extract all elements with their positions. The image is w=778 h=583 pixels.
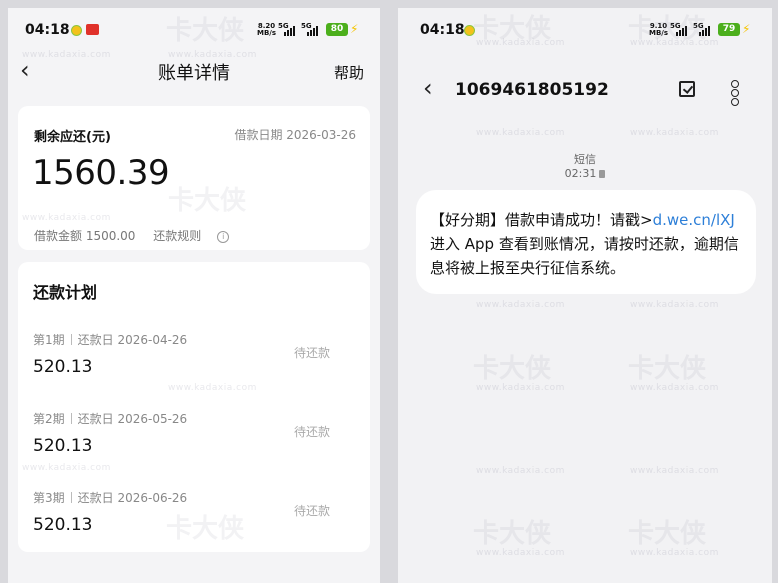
sender-number: 1069461805192 — [455, 80, 609, 100]
charging-icon: ⚡ — [742, 22, 751, 36]
watermark-logo: 卡大侠 — [473, 354, 552, 384]
watermark: www.kadaxia.com — [630, 466, 719, 476]
watermark-logo: 卡大侠 — [166, 514, 245, 544]
watermark: www.kadaxia.com — [168, 50, 257, 60]
status-time: 04:18 — [25, 22, 70, 38]
battery-icon: 80 — [326, 23, 348, 36]
installment-state: 待还款 — [294, 346, 331, 360]
help-button[interactable]: 帮助 — [334, 62, 364, 83]
app-notification-icon — [86, 24, 99, 35]
installment-amount: 520.13 — [33, 357, 93, 377]
watermark: www.kadaxia.com — [168, 383, 257, 393]
signal-icon: 5G — [278, 22, 300, 36]
status-time: 04:18 — [420, 22, 465, 38]
watermark-logo: 卡大侠 — [168, 186, 247, 216]
battery-icon: 79 — [718, 23, 740, 36]
watermark: www.kadaxia.com — [476, 128, 565, 138]
watermark: www.kadaxia.com — [476, 466, 565, 476]
summary-sub: 借款金额 1500.00 还款规则 i — [34, 227, 257, 244]
loan-date: 借款日期 2026-03-26 — [234, 128, 356, 142]
watermark-logo: 卡大侠 — [473, 14, 552, 44]
message-type: 短信 — [574, 153, 596, 166]
repayment-rules-link[interactable]: 还款规则 i — [153, 229, 243, 243]
watermark: www.kadaxia.com — [476, 300, 565, 310]
loan-detail-screen: 04:18 8.20 MB/s 5G 5G 80 ⚡ ‹ 账单详情 帮助 剩余应还… — [8, 8, 380, 583]
notification-icon — [71, 25, 82, 36]
watermark-logo: 卡大侠 — [628, 354, 707, 384]
charging-icon: ⚡ — [350, 22, 359, 36]
watermark-logo: 卡大侠 — [628, 14, 707, 44]
watermark: www.kadaxia.com — [22, 213, 111, 223]
installment-state: 待还款 — [294, 504, 331, 518]
remaining-amount: 1560.39 — [32, 153, 170, 193]
sim-icon — [599, 170, 606, 178]
network-speed: 8.20 MB/s — [257, 22, 277, 37]
watermark: www.kadaxia.com — [22, 50, 111, 60]
plan-title: 还款计划 — [33, 283, 98, 302]
select-icon[interactable] — [679, 81, 695, 97]
installment-amount: 520.13 — [33, 436, 93, 456]
back-icon[interactable]: ‹ — [423, 74, 433, 102]
watermark-logo: 卡大侠 — [166, 16, 245, 46]
watermark: www.kadaxia.com — [22, 463, 111, 473]
installment-amount: 520.13 — [33, 515, 93, 535]
message-link[interactable]: d.we.cn/lXJ — [653, 211, 735, 229]
remaining-label: 剩余应还(元) — [34, 130, 111, 145]
signal-icon-2: 5G — [301, 22, 323, 36]
watermark-logo: 卡大侠 — [473, 519, 552, 549]
more-icon[interactable] — [731, 80, 739, 106]
watermark: www.kadaxia.com — [630, 300, 719, 310]
watermark: www.kadaxia.com — [630, 128, 719, 138]
message-bubble[interactable]: 【好分期】借款申请成功！请戳>d.we.cn/lXJ 进入 App 查看到账情况… — [416, 190, 756, 294]
message-time: 02:31 — [398, 167, 772, 180]
page-title: 账单详情 — [158, 63, 230, 84]
summary-card: 剩余应还(元) 借款日期 2026-03-26 1560.39 借款金额 150… — [18, 106, 370, 250]
watermark-logo: 卡大侠 — [628, 519, 707, 549]
info-icon: i — [217, 231, 230, 243]
installment-state: 待还款 — [294, 425, 331, 439]
loan-amount: 借款金额 1500.00 — [34, 229, 136, 243]
sms-screen: 04:18 9.10 MB/s 5G 5G 79 ⚡ ‹ 106946180519… — [398, 8, 772, 583]
